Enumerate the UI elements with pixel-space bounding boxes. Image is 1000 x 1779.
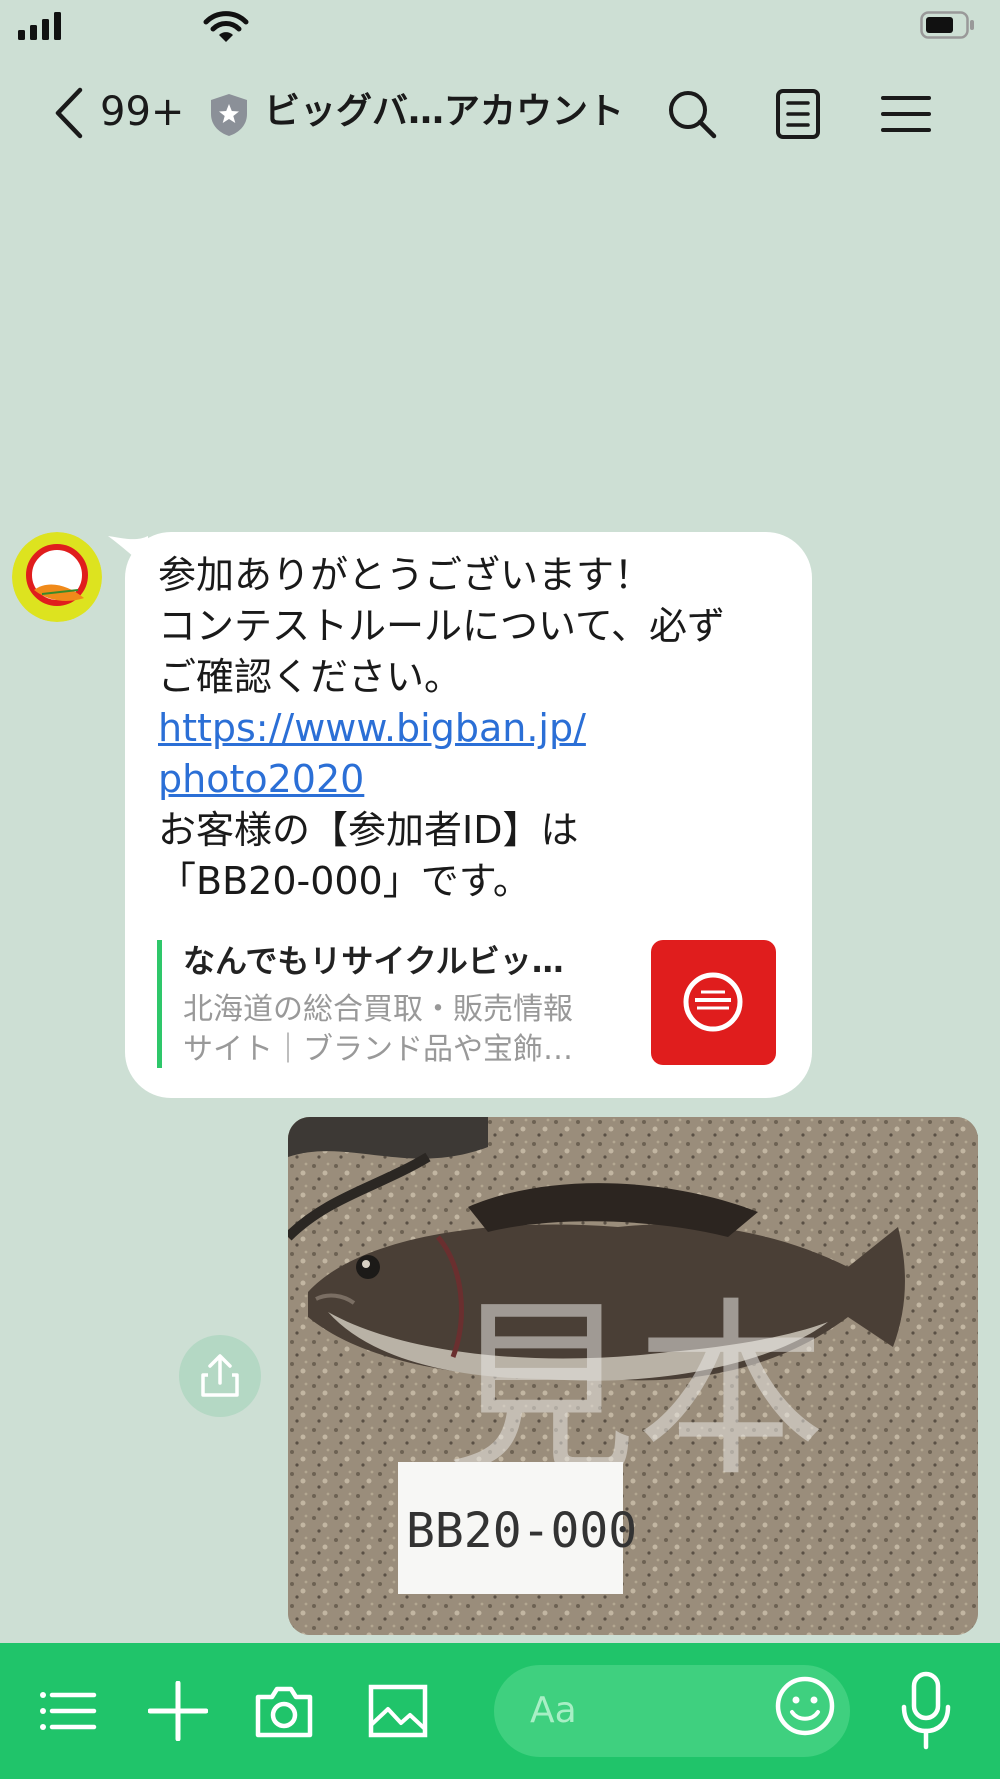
preview-thumbnail	[651, 940, 776, 1065]
search-icon[interactable]	[666, 88, 718, 140]
chat-header: 99+ ビッグバ…アカウント	[0, 62, 1000, 162]
preview-description: 北海道の総合買取・販売情報 サイト｜ブランド品や宝飾…	[183, 990, 613, 1070]
preview-desc-line: サイト｜ブランド品や宝飾…	[183, 1032, 573, 1067]
share-icon	[201, 1354, 239, 1397]
share-button[interactable]	[179, 1335, 261, 1417]
back-unread-count[interactable]: 99+	[100, 84, 184, 140]
plus-icon[interactable]	[148, 1681, 208, 1741]
message-line: ご確認ください。	[158, 655, 463, 699]
sender-avatar[interactable]	[12, 532, 102, 622]
nandemo-recycle-logo	[12, 532, 102, 622]
image-icon[interactable]	[368, 1681, 428, 1741]
fish-photo: 見本 BB20-000	[288, 1117, 978, 1635]
camera-icon[interactable]	[254, 1681, 314, 1741]
message-text: 参加ありがとうございます！ コンテストルールについて、必ず ご確認ください。 h…	[158, 550, 798, 907]
signal-icon	[18, 12, 61, 40]
back-icon[interactable]	[52, 86, 88, 140]
photo-message[interactable]: 見本 BB20-000	[288, 1117, 978, 1635]
preview-title: なんでもリサイクルビッ…	[183, 942, 564, 980]
input-bar: Aa	[0, 1643, 1000, 1779]
preview-desc-line: 北海道の総合買取・販売情報	[183, 992, 573, 1027]
verified-badge-icon	[211, 94, 247, 136]
contest-rules-link[interactable]: photo2020	[158, 754, 798, 805]
message-line: コンテストルールについて、必ず	[158, 604, 725, 648]
emoji-icon[interactable]	[774, 1675, 836, 1737]
message-input-placeholder: Aa	[530, 1690, 577, 1731]
menu-icon[interactable]	[880, 88, 932, 140]
list-icon[interactable]	[38, 1681, 98, 1741]
message-line: 参加ありがとうございます！	[158, 553, 653, 597]
contest-rules-link[interactable]: https://www.bigban.jp/	[158, 703, 798, 754]
status-bar	[0, 0, 1000, 60]
chat-title[interactable]: ビッグバ…アカウント	[264, 84, 624, 140]
link-preview-card[interactable]: なんでもリサイクルビッ… 北海道の総合買取・販売情報 サイト｜ブランド品や宝飾…	[157, 940, 781, 1068]
participant-id-line: お客様の【参加者ID】は	[158, 808, 579, 852]
brand-logo	[683, 972, 743, 1032]
participant-id-line: 「BB20-000」です。	[158, 859, 531, 903]
participant-id-card: BB20-000	[406, 1503, 637, 1559]
notes-icon[interactable]	[772, 88, 824, 140]
message-bubble[interactable]: 参加ありがとうございます！ コンテストルールについて、必ず ご確認ください。 h…	[125, 532, 812, 1098]
mic-icon[interactable]	[896, 1671, 956, 1751]
battery-icon	[920, 11, 974, 39]
preview-accent-bar	[157, 940, 162, 1068]
wifi-icon	[203, 11, 249, 42]
